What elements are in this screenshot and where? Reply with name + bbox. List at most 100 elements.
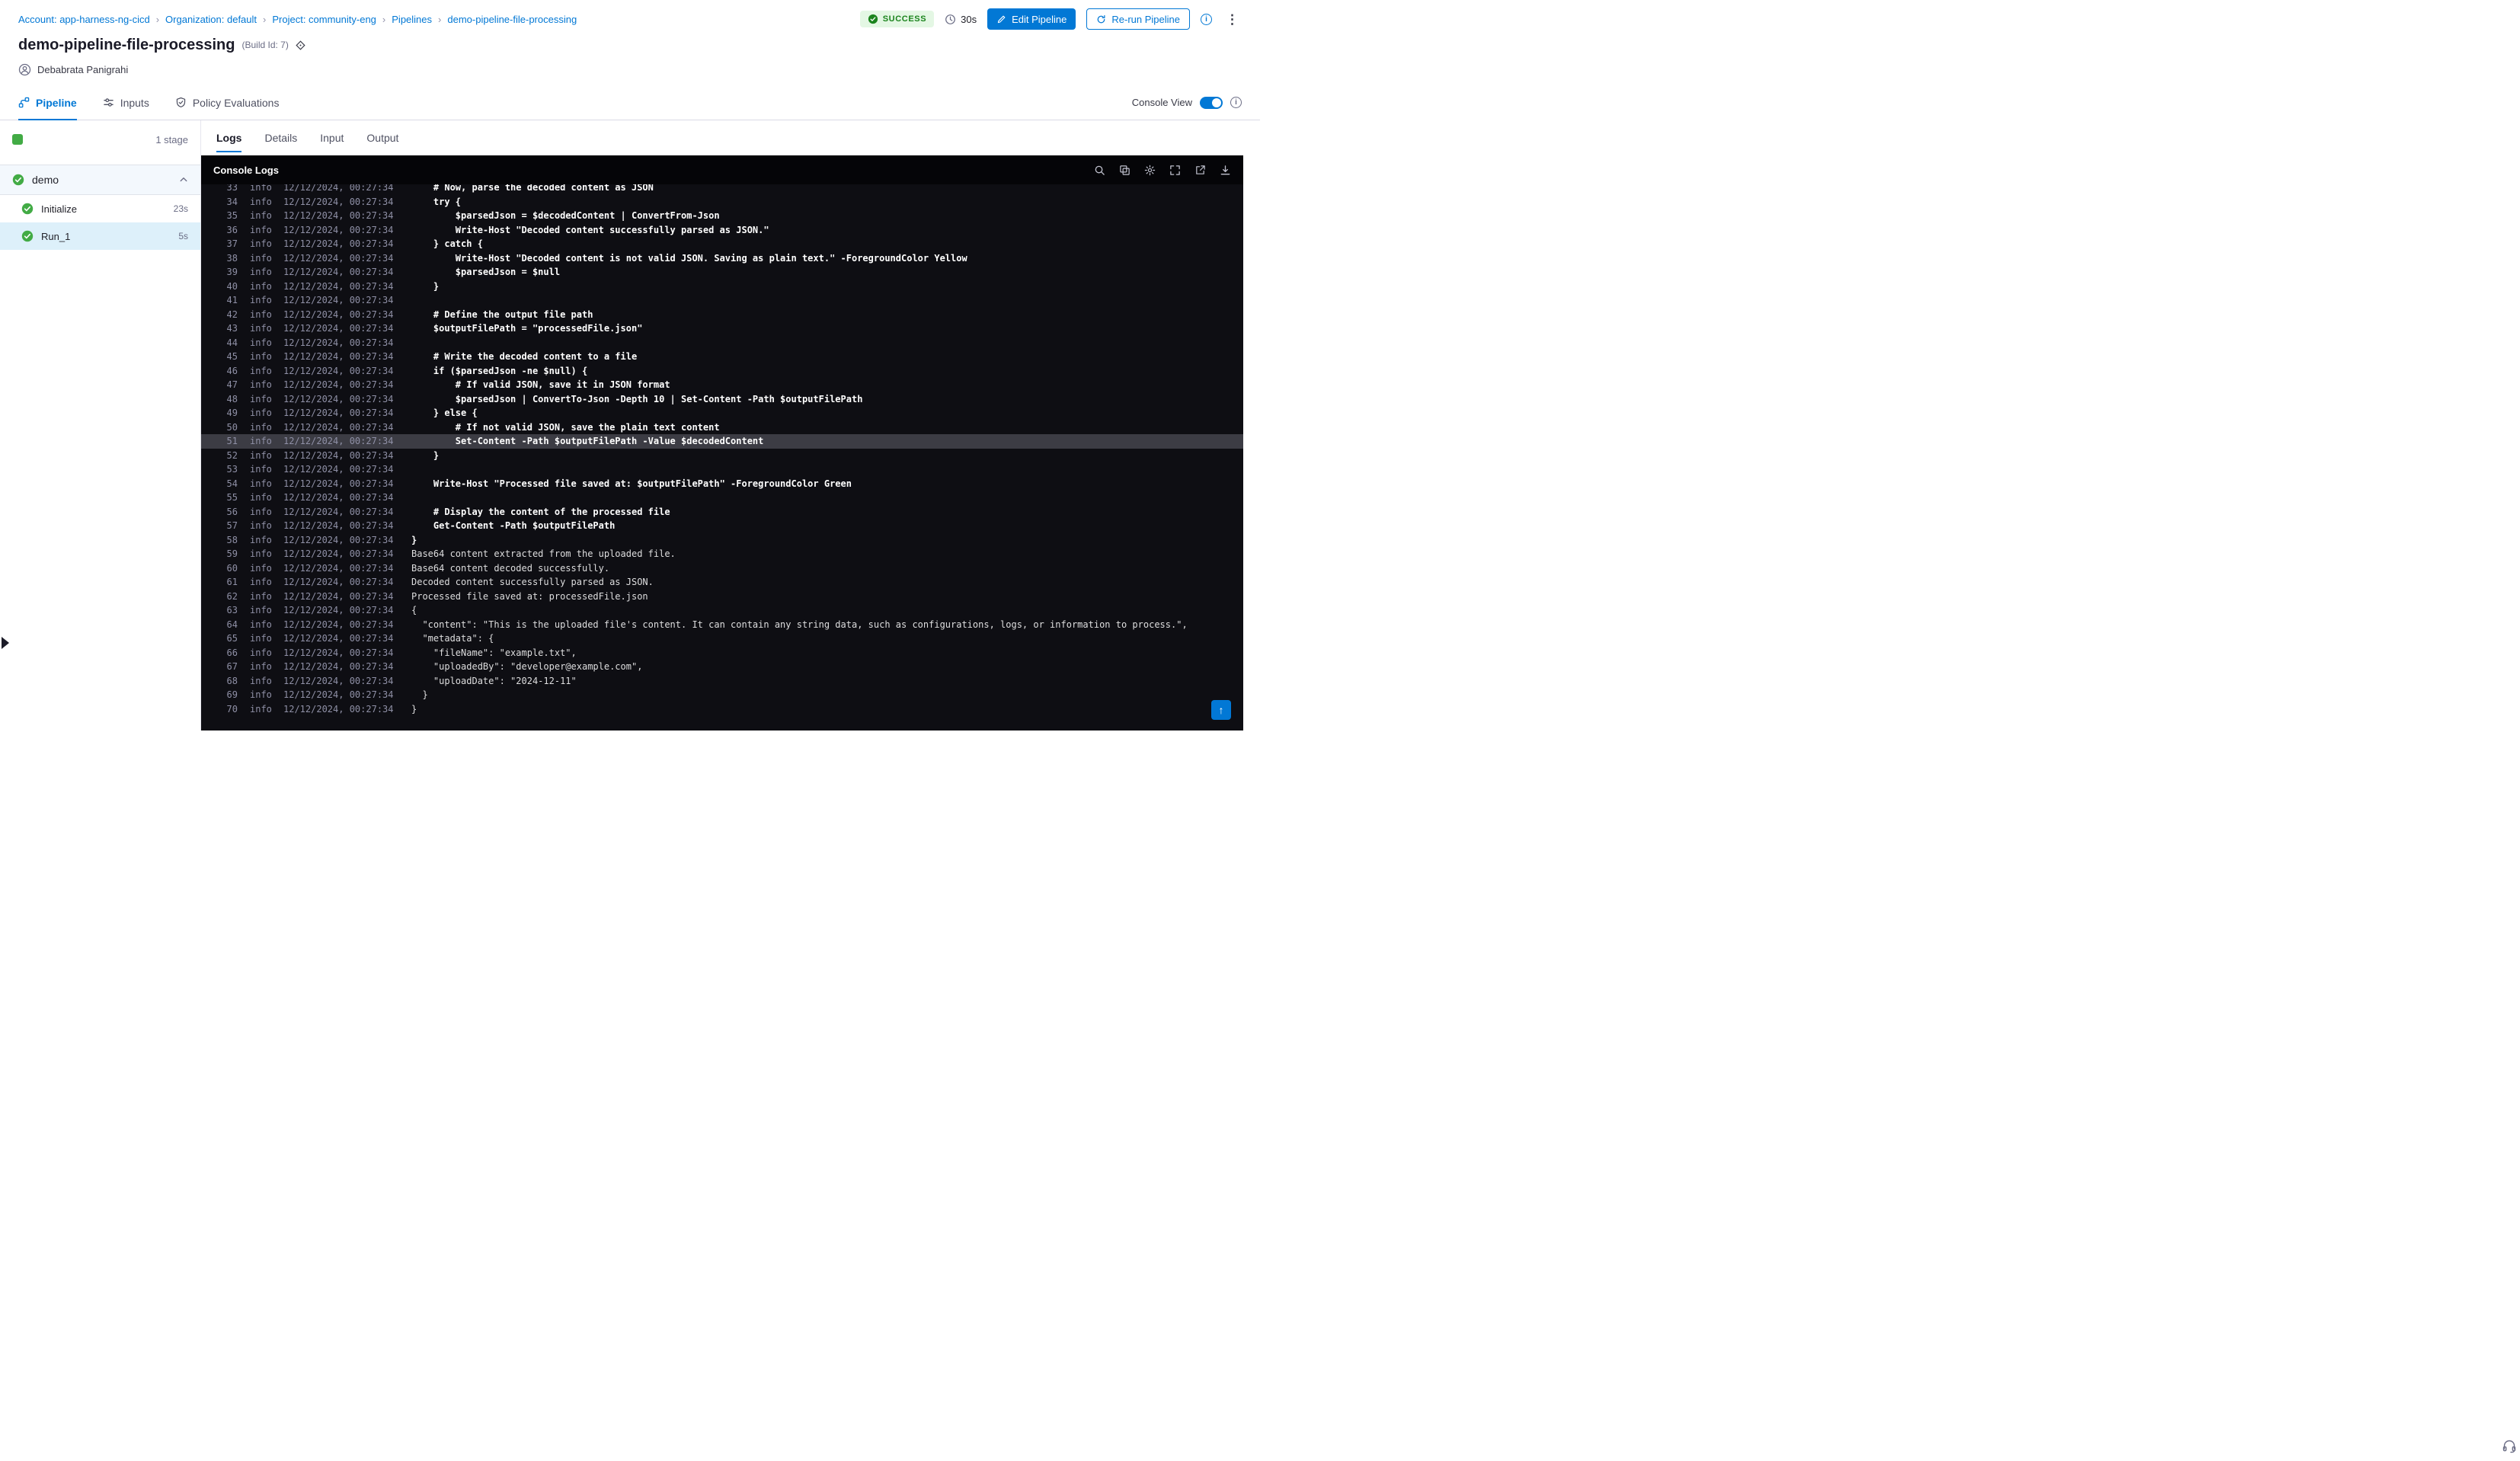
log-line-number: 64: [226, 619, 238, 630]
toggle-knob: [1212, 98, 1221, 107]
log-timestamp: 12/12/2024, 00:27:34: [283, 590, 394, 602]
breadcrumb-link[interactable]: demo-pipeline-file-processing: [447, 14, 577, 25]
rerun-pipeline-label: Re-run Pipeline: [1111, 13, 1180, 25]
chevron-up-icon[interactable]: [179, 175, 188, 184]
log-line-number: 33: [226, 184, 238, 193]
log-line-number: 60: [226, 562, 238, 574]
diamond-icon[interactable]: [296, 40, 305, 50]
breadcrumb-link[interactable]: Project: community-eng: [272, 14, 376, 25]
log-line-47: 47 info 12/12/2024, 00:27:34 # If valid JS…: [201, 378, 1243, 392]
log-message: "fileName": "example.txt",: [411, 647, 577, 658]
log-message: } else {: [411, 408, 478, 418]
tab-pipeline[interactable]: Pipeline: [18, 85, 77, 120]
breadcrumb-link[interactable]: Pipelines: [392, 14, 432, 25]
log-level: info: [250, 577, 272, 587]
log-message: # If not valid JSON, save the plain text…: [411, 421, 720, 433]
log-line-number: 38: [226, 252, 238, 264]
log-line-number: 54: [226, 478, 238, 489]
breadcrumb-link[interactable]: Account: app-harness-ng-cicd: [18, 14, 150, 25]
log-tab-logs[interactable]: Logs: [216, 120, 242, 155]
log-tab-input[interactable]: Input: [320, 120, 344, 155]
support-headset-icon[interactable]: [2502, 1438, 2517, 1453]
log-level: info: [250, 703, 272, 715]
settings-icon[interactable]: [1144, 165, 1156, 176]
log-message: if ($parsedJson -ne $null) {: [411, 365, 588, 376]
log-line-38: 38 info 12/12/2024, 00:27:34 Write-Host "D…: [201, 251, 1243, 266]
log-line-49: 49 info 12/12/2024, 00:27:34 } else {: [201, 406, 1243, 420]
log-line-68: 68 info 12/12/2024, 00:27:34 "uploadDate":…: [201, 674, 1243, 689]
log-message: "content": "This is the uploaded file's …: [411, 619, 1188, 630]
log-timestamp: 12/12/2024, 00:27:34: [283, 520, 394, 531]
breadcrumb-row: Account: app-harness-ng-cicd › Organizatio…: [18, 8, 1242, 30]
user-name: Debabrata Panigrahi: [37, 63, 129, 75]
search-icon[interactable]: [1094, 165, 1105, 176]
log-line-number: 46: [226, 365, 238, 376]
breadcrumb-link[interactable]: Organization: default: [165, 14, 257, 25]
log-line-62: 62 info 12/12/2024, 00:27:34 Processed file…: [201, 590, 1243, 604]
step-initialize[interactable]: Initialize 23s: [0, 195, 200, 222]
log-line-70: 70 info 12/12/2024, 00:27:34}: [201, 702, 1243, 717]
log-line-39: 39 info 12/12/2024, 00:27:34 $parsedJson =…: [201, 265, 1243, 280]
log-line-43: 43 info 12/12/2024, 00:27:34 $outputFilePa…: [201, 321, 1243, 336]
log-timestamp: 12/12/2024, 00:27:34: [283, 534, 394, 545]
log-level: info: [250, 393, 272, 404]
duration-text: 30s: [961, 13, 977, 25]
tab-policy-evaluations[interactable]: Policy Evaluations: [175, 85, 279, 120]
log-message: $parsedJson = $decodedContent | ConvertF…: [411, 210, 720, 221]
log-line-number: 47: [226, 379, 238, 390]
log-timestamp: 12/12/2024, 00:27:34: [283, 478, 394, 489]
log-level: info: [250, 337, 272, 348]
log-level: info: [250, 464, 272, 475]
open-in-new-icon[interactable]: [1194, 165, 1206, 176]
refresh-icon: [1096, 14, 1106, 24]
tab-inputs[interactable]: Inputs: [103, 85, 149, 120]
log-level: info: [250, 506, 272, 517]
main-tabbar: Pipeline Inputs Policy Evaluations Console…: [0, 85, 1260, 120]
status-text: SUCCESS: [882, 14, 927, 24]
console-view-info-icon[interactable]: i: [1230, 97, 1242, 108]
log-message: }: [411, 449, 440, 461]
header-actions: SUCCESS 30s Edit Pipeline Re-run Pipelin…: [859, 8, 1242, 30]
log-timestamp: 12/12/2024, 00:27:34: [283, 393, 394, 404]
console-view-toggle[interactable]: [1200, 96, 1223, 109]
log-message: # Define the output file path: [411, 309, 593, 320]
log-level: info: [250, 196, 272, 207]
log-timestamp: 12/12/2024, 00:27:34: [283, 647, 394, 658]
breadcrumb-separator: ›: [438, 13, 442, 25]
log-message: Write-Host "Processed file saved at: $ou…: [411, 478, 852, 489]
step-run_1[interactable]: Run_1 5s: [0, 222, 200, 250]
log-line-61: 61 info 12/12/2024, 00:27:34 Decoded conten…: [201, 575, 1243, 590]
kebab-menu-icon[interactable]: ⋮: [1223, 13, 1242, 26]
log-level: info: [250, 619, 272, 630]
edit-pipeline-button[interactable]: Edit Pipeline: [987, 8, 1076, 30]
tab-label: Inputs: [120, 96, 149, 109]
log-level: info: [250, 252, 272, 264]
log-line-number: 55: [226, 492, 238, 503]
log-timestamp: 12/12/2024, 00:27:34: [283, 379, 394, 390]
log-message: $outputFilePath = "processedFile.json": [411, 323, 643, 334]
rerun-pipeline-button[interactable]: Re-run Pipeline: [1086, 8, 1190, 30]
stage-group-demo[interactable]: demo: [0, 165, 200, 195]
status-badge: SUCCESS: [859, 11, 935, 27]
log-timestamp: 12/12/2024, 00:27:34: [283, 436, 394, 446]
log-tab-details[interactable]: Details: [264, 120, 297, 155]
log-level: info: [250, 238, 272, 249]
expand-panel-handle[interactable]: [2, 637, 9, 649]
clock-icon: [945, 14, 956, 25]
log-line-number: 61: [226, 577, 238, 587]
log-line-number: 48: [226, 393, 238, 404]
log-level: info: [250, 323, 272, 334]
stage-name: demo: [32, 174, 59, 186]
log-timestamp: 12/12/2024, 00:27:34: [283, 238, 394, 249]
log-level: info: [250, 548, 272, 559]
console-log-body[interactable]: 33 info 12/12/2024, 00:27:34 # Now, parse …: [201, 184, 1243, 730]
log-timestamp: 12/12/2024, 00:27:34: [283, 323, 394, 334]
info-icon[interactable]: i: [1201, 13, 1212, 25]
log-tab-output[interactable]: Output: [366, 120, 398, 155]
download-icon[interactable]: [1220, 165, 1231, 176]
scroll-to-top-button[interactable]: ↑: [1211, 700, 1231, 720]
fullscreen-icon[interactable]: [1169, 165, 1181, 176]
copy-icon[interactable]: [1119, 165, 1130, 176]
log-timestamp: 12/12/2024, 00:27:34: [283, 675, 394, 686]
pipeline-icon: [18, 97, 30, 108]
